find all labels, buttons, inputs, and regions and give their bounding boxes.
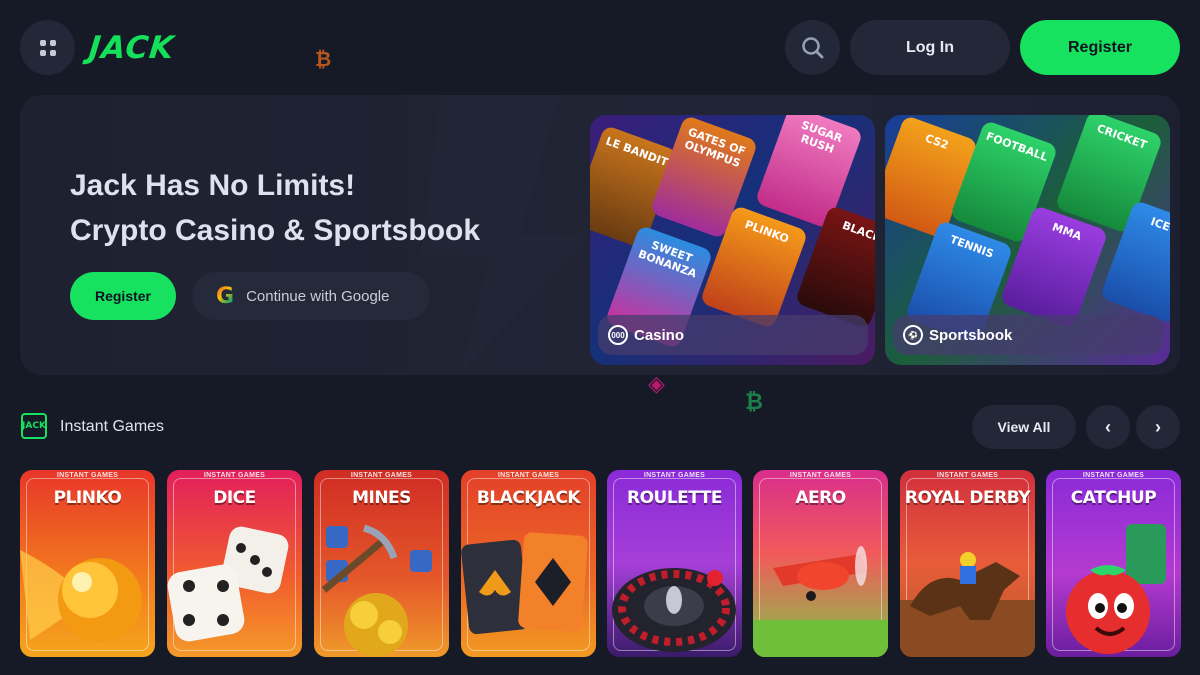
view-all-button[interactable]: View All — [972, 405, 1076, 449]
playing-cards-icon — [461, 532, 588, 635]
search-button[interactable] — [785, 20, 840, 75]
sportsbook-promo-card[interactable]: CS2 FOOTBALL CRICKET TENNIS MMA ICE-H ⚽ … — [885, 115, 1170, 365]
prev-arrow-icon[interactable]: ‹ — [1086, 405, 1130, 449]
roulette-wheel-icon — [612, 568, 736, 652]
racehorse-icon — [900, 552, 1035, 657]
slot-icon: 000 — [608, 325, 628, 345]
register-button[interactable]: Register — [1020, 20, 1180, 75]
diamond-decor-icon: ◈ — [648, 372, 665, 397]
game-card-blackjack[interactable]: INSTANT GAMES BLACKJACK — [461, 470, 596, 657]
game-tag: INSTANT GAMES — [1082, 472, 1145, 479]
google-signin-label: Continue with Google — [246, 287, 390, 305]
instant-games-row: INSTANT GAMES PLINKO INSTANT GAMES DICE … — [20, 470, 1181, 657]
game-name: PLINKO — [53, 488, 122, 508]
game-name: DICE — [213, 488, 256, 508]
casino-tile: BLACK — [794, 204, 875, 330]
sportsbook-label: Sportsbook — [929, 326, 1013, 344]
hero-title: Jack Has No Limits! Crypto Casino & Spor… — [70, 163, 480, 253]
airplane-icon — [753, 546, 888, 657]
game-card-plinko[interactable]: INSTANT GAMES PLINKO — [20, 470, 155, 657]
grid-menu-icon — [39, 39, 56, 56]
game-name: MINES — [352, 488, 411, 508]
jack-logo[interactable]: JACK — [87, 30, 176, 66]
login-button[interactable]: Log In — [850, 20, 1010, 75]
game-name: CATCHUP — [1070, 488, 1157, 508]
game-tag: INSTANT GAMES — [789, 472, 852, 479]
casino-label: Casino — [634, 326, 685, 344]
game-card-royal-derby[interactable]: INSTANT GAMES ROYAL DERBY — [900, 470, 1035, 657]
menu-button[interactable] — [20, 20, 75, 75]
game-name: ROYAL DERBY — [904, 488, 1031, 508]
hero-banner: Jack Has No Limits! Crypto Casino & Spor… — [20, 95, 1180, 375]
bitcoin-decor-icon: ₿ — [745, 390, 763, 415]
google-signin-button[interactable]: G Continue with Google — [192, 272, 430, 320]
google-icon: G — [216, 283, 235, 309]
hero-title-line2: Crypto Casino & Sportsbook — [70, 214, 481, 247]
football-icon: ⚽ — [903, 325, 923, 345]
game-tag: INSTANT GAMES — [56, 472, 119, 479]
search-icon — [801, 36, 823, 58]
game-tag: INSTANT GAMES — [203, 472, 266, 479]
pickaxe-gold-icon — [321, 524, 432, 657]
dice-icon — [167, 526, 289, 642]
next-arrow-icon[interactable]: › — [1136, 405, 1180, 449]
game-card-mines[interactable]: INSTANT GAMES MINES — [314, 470, 449, 657]
casino-label-bar: 000 Casino — [598, 315, 868, 355]
game-tag: INSTANT GAMES — [643, 472, 706, 479]
top-header: JACK ₿ Log In Register — [0, 0, 1200, 95]
casino-promo-card[interactable]: LE BANDIT GATES OF OLYMPUS SUGAR RUSH SW… — [590, 115, 875, 365]
section-title: Instant Games — [60, 418, 165, 435]
game-card-aero[interactable]: INSTANT GAMES AERO — [753, 470, 888, 657]
jack-section-icon: JACK — [21, 413, 47, 439]
hero-register-button[interactable]: Register — [70, 272, 176, 320]
bitcoin-decor-icon: ₿ — [315, 47, 332, 71]
game-name: ROULETTE — [627, 488, 723, 508]
game-card-dice[interactable]: INSTANT GAMES DICE — [167, 470, 302, 657]
sportsbook-label-bar: ⚽ Sportsbook — [893, 315, 1163, 355]
game-card-catchup[interactable]: INSTANT GAMES CATCHUP — [1046, 470, 1181, 657]
tomato-mascot-icon — [1066, 524, 1166, 654]
game-card-roulette[interactable]: INSTANT GAMES ROULETTE — [607, 470, 742, 657]
hero-title-line1: Jack Has No Limits! — [70, 169, 356, 202]
game-tag: INSTANT GAMES — [350, 472, 413, 479]
game-name: BLACKJACK — [476, 488, 581, 508]
fireball-icon — [20, 550, 142, 642]
game-tag: INSTANT GAMES — [936, 472, 999, 479]
game-name: AERO — [795, 488, 846, 508]
game-tag: INSTANT GAMES — [497, 472, 560, 479]
